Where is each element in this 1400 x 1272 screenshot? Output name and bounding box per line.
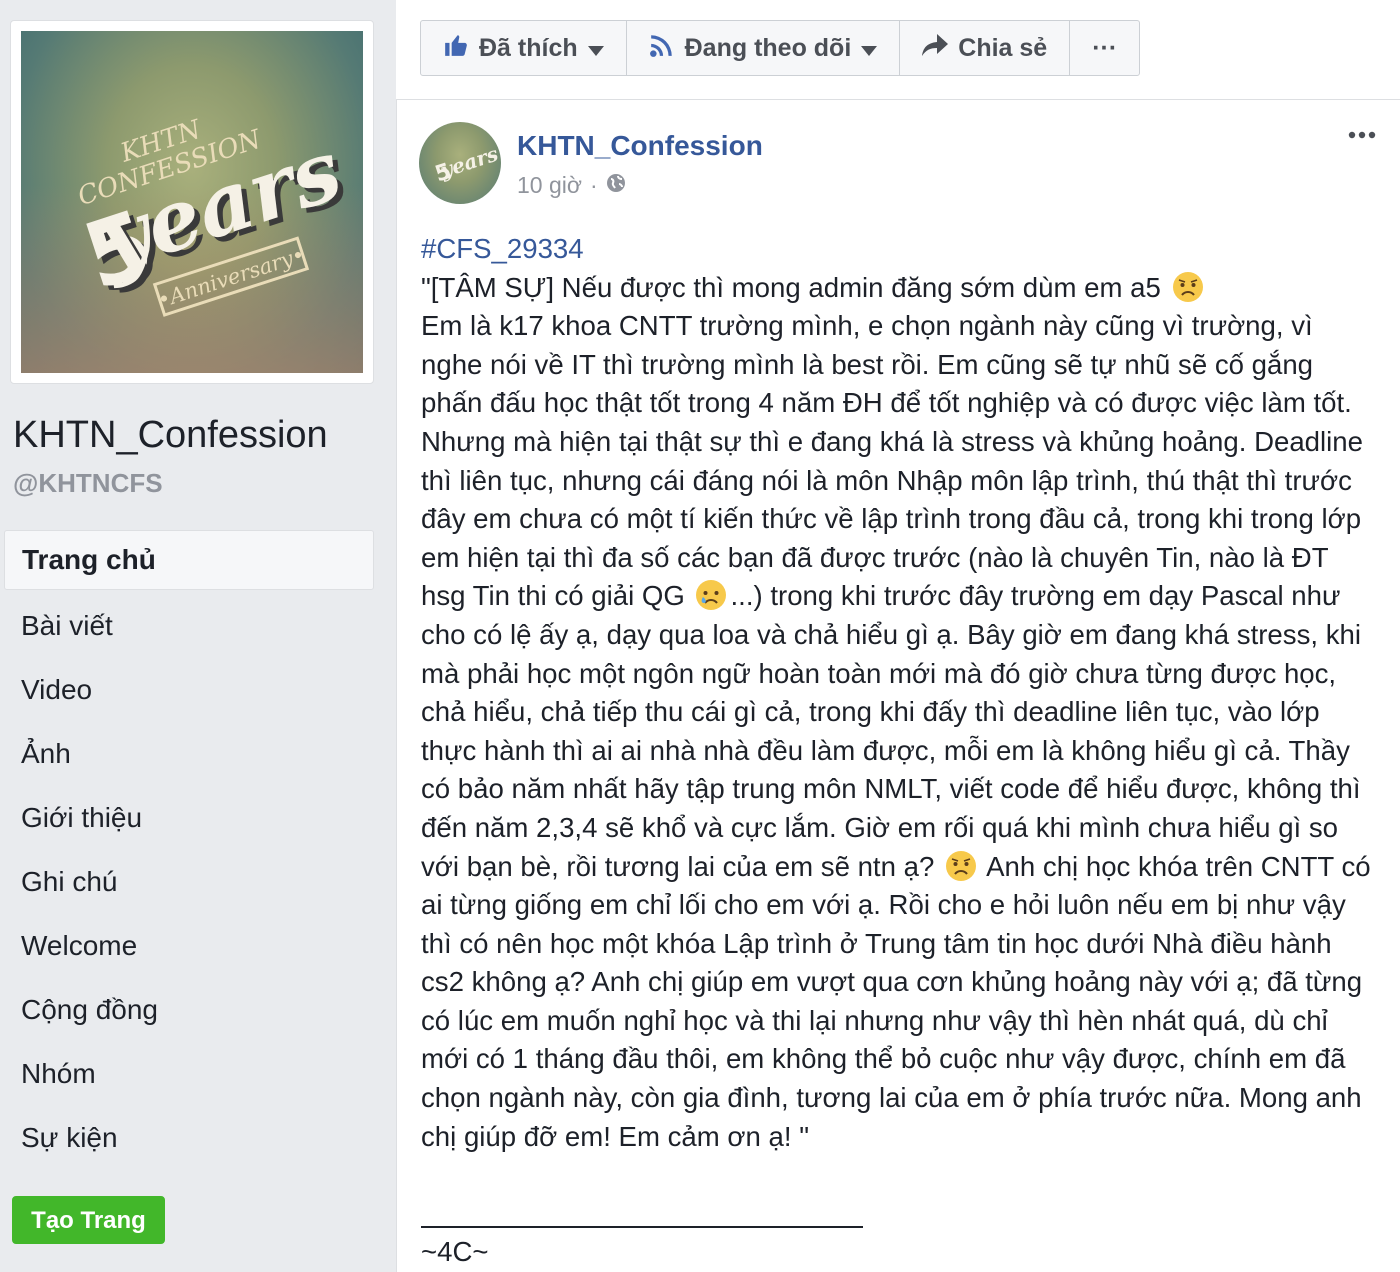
more-actions-button[interactable]: ··· (1070, 21, 1139, 75)
page-action-buttons: Đã thích Đang theo dõi Chia sẻ ··· (420, 20, 1141, 76)
more-icon (1348, 131, 1376, 139)
post-options-button[interactable] (1348, 126, 1376, 144)
profile-picture: KHTN CONFESSION 5 5 years years •Anniver… (21, 31, 363, 373)
post-text-4: Anh chị học khóa trên CNTT có ai từng gi… (421, 850, 1371, 1152)
facebook-page: KHTN CONFESSION 5 5 years years •Anniver… (0, 0, 1400, 1272)
nav-item-notes[interactable]: Ghi chú (4, 850, 374, 914)
crying-emoji-icon (696, 580, 727, 611)
post-text-3: ...) trong khi trước đây trường em dạy P… (421, 580, 1361, 882)
post-author[interactable]: KHTN_Confession (517, 130, 763, 162)
create-page-button[interactable]: Tạo Trang (12, 1196, 165, 1244)
sad-emoji-icon (1172, 271, 1203, 302)
nav-item-about[interactable]: Giới thiệu (4, 786, 374, 850)
nav-item-home[interactable]: Trang chủ (4, 530, 374, 590)
signature-divider (421, 1226, 863, 1228)
page-nav: Trang chủ Bài viết Video Ảnh Giới thiệu … (4, 530, 374, 1170)
globe-icon[interactable] (606, 172, 626, 199)
author-avatar[interactable]: 5 years (419, 122, 501, 204)
post-message: #CFS_29334 "[TÂM SỰ] Nếu được thì mong a… (421, 230, 1379, 1156)
page-name[interactable]: KHTN_Confession (13, 414, 328, 457)
page-handle[interactable]: @KHTNCFS (13, 468, 163, 499)
post-text-2: Em là k17 khoa CNTT trường mình, e chọn … (421, 310, 1363, 612)
avatar-logo: 5 years (432, 142, 501, 188)
avatar-word: years (436, 142, 501, 183)
liked-button[interactable]: Đã thích (421, 21, 627, 75)
nav-item-community[interactable]: Cộng đồng (4, 978, 374, 1042)
caret-down-icon (587, 34, 604, 63)
share-label: Chia sẻ (958, 33, 1048, 62)
post-meta: 10 giờ · (517, 172, 626, 199)
post-text-1: "[TÂM SỰ] Nếu được thì mong admin đăng s… (421, 271, 1161, 303)
post-signature: ~4C~ (421, 1236, 489, 1267)
post-hashtag[interactable]: #CFS_29334 (421, 230, 1379, 269)
nav-item-groups[interactable]: Nhóm (4, 1042, 374, 1106)
post-card: 5 years KHTN_Confession 10 giờ · #CFS_29… (396, 100, 1400, 1272)
following-button[interactable]: Đang theo dõi (627, 21, 901, 75)
following-label: Đang theo dõi (684, 33, 852, 62)
like-icon (443, 32, 469, 65)
nav-item-photos[interactable]: Ảnh (4, 722, 374, 786)
nav-item-posts[interactable]: Bài viết (4, 594, 374, 658)
left-sidebar: KHTN CONFESSION 5 5 years years •Anniver… (0, 0, 396, 1272)
post-time[interactable]: 10 giờ (517, 172, 582, 199)
caret-down-icon (861, 34, 878, 63)
nav-item-videos[interactable]: Video (4, 658, 374, 722)
share-button[interactable]: Chia sẻ (900, 21, 1071, 75)
liked-label: Đã thích (479, 33, 578, 62)
nav-item-welcome[interactable]: Welcome (4, 914, 374, 978)
profile-picture-frame[interactable]: KHTN CONFESSION 5 5 years years •Anniver… (10, 20, 374, 384)
post-paragraph: "[TÂM SỰ] Nếu được thì mong admin đăng s… (421, 269, 1379, 1157)
meta-separator: · (589, 172, 598, 198)
share-arrow-icon (922, 33, 949, 63)
rss-icon (649, 32, 675, 65)
anniversary-logo: KHTN CONFESSION 5 5 years years •Anniver… (71, 114, 358, 317)
sad-emoji-icon (945, 850, 976, 881)
nav-item-events[interactable]: Sự kiện (4, 1106, 374, 1170)
more-icon: ··· (1092, 33, 1118, 62)
